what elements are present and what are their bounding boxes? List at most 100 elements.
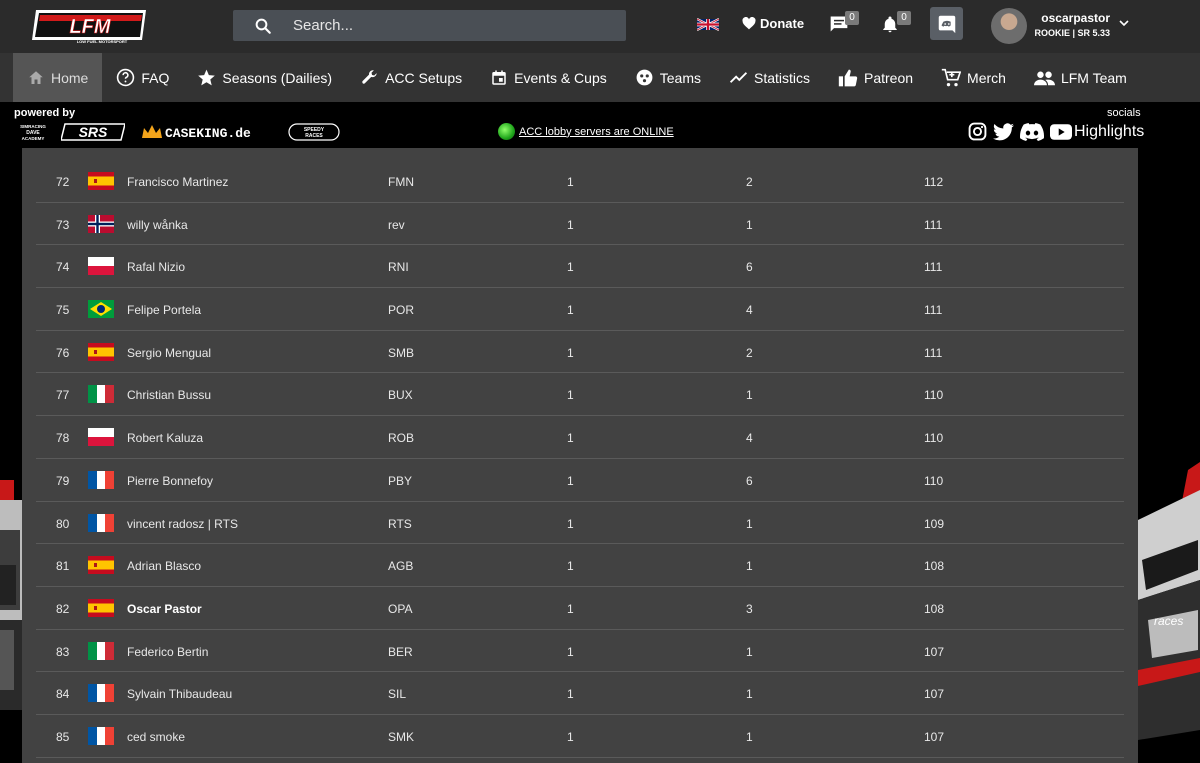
points: 108 [924, 559, 945, 574]
driver-tag: BUX [388, 388, 413, 403]
driver-name[interactable]: vincent radosz | RTS [127, 517, 238, 531]
messages-button[interactable]: 0 [829, 11, 859, 39]
nav-item-label: Patreon [864, 69, 914, 86]
driver-name[interactable]: Felipe Portela [127, 303, 201, 317]
position: 81 [56, 559, 70, 574]
country-flag-pl-icon [88, 257, 114, 276]
driver-name[interactable]: Adrian Blasco [127, 559, 201, 573]
nav-item-label: Home [51, 69, 89, 86]
table-row[interactable]: 85 ced smoke SMK 1 1 107 [36, 715, 1124, 758]
search-input[interactable] [293, 17, 593, 34]
nav-item-patreon[interactable]: Patreon [824, 53, 927, 102]
language-flag-uk-icon[interactable] [697, 18, 719, 31]
thumbs-up-icon [838, 69, 858, 86]
nav-item-seasons[interactable]: Seasons (Dailies) [183, 53, 346, 102]
sponsor-logo-simracing-dave[interactable]: SIMRACING DAVE ACADEMY [14, 122, 52, 142]
nav-item-label: FAQ [141, 69, 170, 86]
table-row[interactable]: 81 Adrian Blasco AGB 1 1 108 [36, 544, 1124, 587]
user-avatar[interactable] [991, 8, 1027, 44]
nav-item-faq[interactable]: FAQ [102, 53, 183, 102]
nav-item-events[interactable]: Events & Cups [476, 53, 621, 102]
svg-text:races: races [1154, 614, 1183, 628]
driver-name[interactable]: Sylvain Thibaudeau [127, 687, 232, 701]
points: 111 [924, 303, 943, 318]
table-row[interactable]: 77 Christian Bussu BUX 1 1 110 [36, 373, 1124, 417]
instagram-icon[interactable] [968, 122, 987, 141]
driver-tag: BER [388, 644, 413, 659]
nav-item-acc-setups[interactable]: ACC Setups [346, 53, 476, 102]
stat-a: 1 [567, 217, 574, 232]
table-row[interactable]: 80 vincent radosz | RTS RTS 1 1 109 [36, 502, 1124, 545]
driver-name[interactable]: ced smoke [127, 730, 185, 744]
driver-name[interactable]: Robert Kaluza [127, 431, 203, 445]
driver-name[interactable]: Francisco Martinez [127, 175, 228, 189]
driver-tag: OPA [388, 601, 413, 616]
points: 107 [924, 687, 945, 702]
chart-icon [729, 72, 748, 83]
table-row[interactable]: 79 Pierre Bonnefoy PBY 1 6 110 [36, 459, 1124, 502]
donate-button[interactable]: Donate [742, 16, 804, 31]
notifications-button[interactable]: 0 [881, 11, 911, 39]
discord-social-icon[interactable] [1020, 122, 1044, 141]
wrench-icon [362, 70, 377, 84]
table-row[interactable]: 72 Francisco Martinez FMN 1 2 112 [36, 160, 1124, 203]
messages-count-badge: 0 [845, 11, 859, 25]
stat-b: 3 [746, 601, 753, 616]
points: 109 [924, 516, 945, 531]
position: 82 [56, 601, 70, 616]
youtube-icon[interactable] [1050, 123, 1072, 140]
twitter-icon[interactable] [993, 122, 1014, 141]
table-row[interactable]: 82 Oscar Pastor OPA 1 3 108 [36, 587, 1124, 630]
stat-b: 4 [746, 303, 753, 318]
search-icon[interactable] [233, 17, 293, 35]
sponsor-logo-speedy-races[interactable]: SPEEDY RACES [288, 122, 340, 142]
highlights-link[interactable]: Highlights [1074, 123, 1144, 141]
table-row[interactable]: 74 Rafal Nizio RNI 1 6 111 [36, 245, 1124, 289]
stat-a: 1 [567, 388, 574, 403]
search-bar[interactable] [233, 10, 626, 41]
table-row[interactable]: 75 Felipe Portela POR 1 4 111 [36, 288, 1124, 331]
driver-name[interactable]: Christian Bussu [127, 388, 211, 402]
table-row[interactable]: 84 Sylvain Thibaudeau SIL 1 1 107 [36, 672, 1124, 715]
nav-item-teams[interactable]: Teams [621, 53, 715, 102]
driver-name[interactable]: Pierre Bonnefoy [127, 474, 213, 488]
driver-tag: SMK [388, 729, 415, 744]
nav-item-lfm-team[interactable]: LFM Team [1020, 53, 1141, 102]
points: 107 [924, 729, 945, 744]
stat-a: 1 [567, 431, 574, 446]
driver-name[interactable]: Sergio Mengual [127, 346, 211, 360]
driver-name[interactable]: Federico Bertin [127, 645, 208, 659]
position: 80 [56, 516, 70, 531]
points: 111 [924, 345, 943, 360]
standings-table: 72 Francisco Martinez FMN 1 2 112 73 willy wånk… [36, 160, 1124, 758]
position: 79 [56, 473, 70, 488]
points: 111 [924, 260, 943, 275]
lobby-status-link[interactable]: ACC lobby servers are ONLINE [498, 123, 674, 140]
country-flag-fr-icon [88, 726, 114, 745]
stat-a: 1 [567, 473, 574, 488]
sponsor-logo-srs[interactable]: SRS [61, 122, 125, 142]
position: 72 [56, 175, 70, 189]
nav-item-label: Events & Cups [514, 69, 607, 86]
sponsor-logo-caseking[interactable]: CASEKING.de [140, 122, 280, 142]
nav-item-merch[interactable]: Merch [927, 53, 1020, 102]
table-row[interactable]: 76 Sergio Mengual SMB 1 2 111 [36, 331, 1124, 374]
svg-text:SRS: SRS [79, 124, 108, 140]
driver-name[interactable]: Rafal Nizio [127, 260, 185, 274]
stat-b: 1 [746, 388, 753, 403]
top-bar: LFM LOW FUEL MOTORSPORT Donate 0 0 oscar… [0, 0, 1200, 53]
chevron-down-icon[interactable] [1119, 19, 1129, 27]
table-row[interactable]: 78 Robert Kaluza ROB 1 4 110 [36, 416, 1124, 459]
nav-item-statistics[interactable]: Statistics [715, 53, 824, 102]
nav-item-home[interactable]: Home [13, 53, 103, 102]
position: 75 [56, 303, 70, 318]
user-info[interactable]: oscarpastor ROOKIE | SR 5.33 [1034, 11, 1110, 38]
stat-b: 1 [746, 559, 753, 574]
driver-name[interactable]: willy wånka [127, 218, 188, 232]
country-flag-fr-icon [88, 684, 114, 703]
table-row[interactable]: 83 Federico Bertin BER 1 1 107 [36, 630, 1124, 673]
discord-button[interactable] [930, 7, 963, 40]
table-row[interactable]: 73 willy wånka rev 1 1 111 [36, 203, 1124, 246]
driver-name[interactable]: Oscar Pastor [127, 602, 202, 616]
lfm-logo[interactable]: LFM LOW FUEL MOTORSPORT [30, 4, 152, 46]
